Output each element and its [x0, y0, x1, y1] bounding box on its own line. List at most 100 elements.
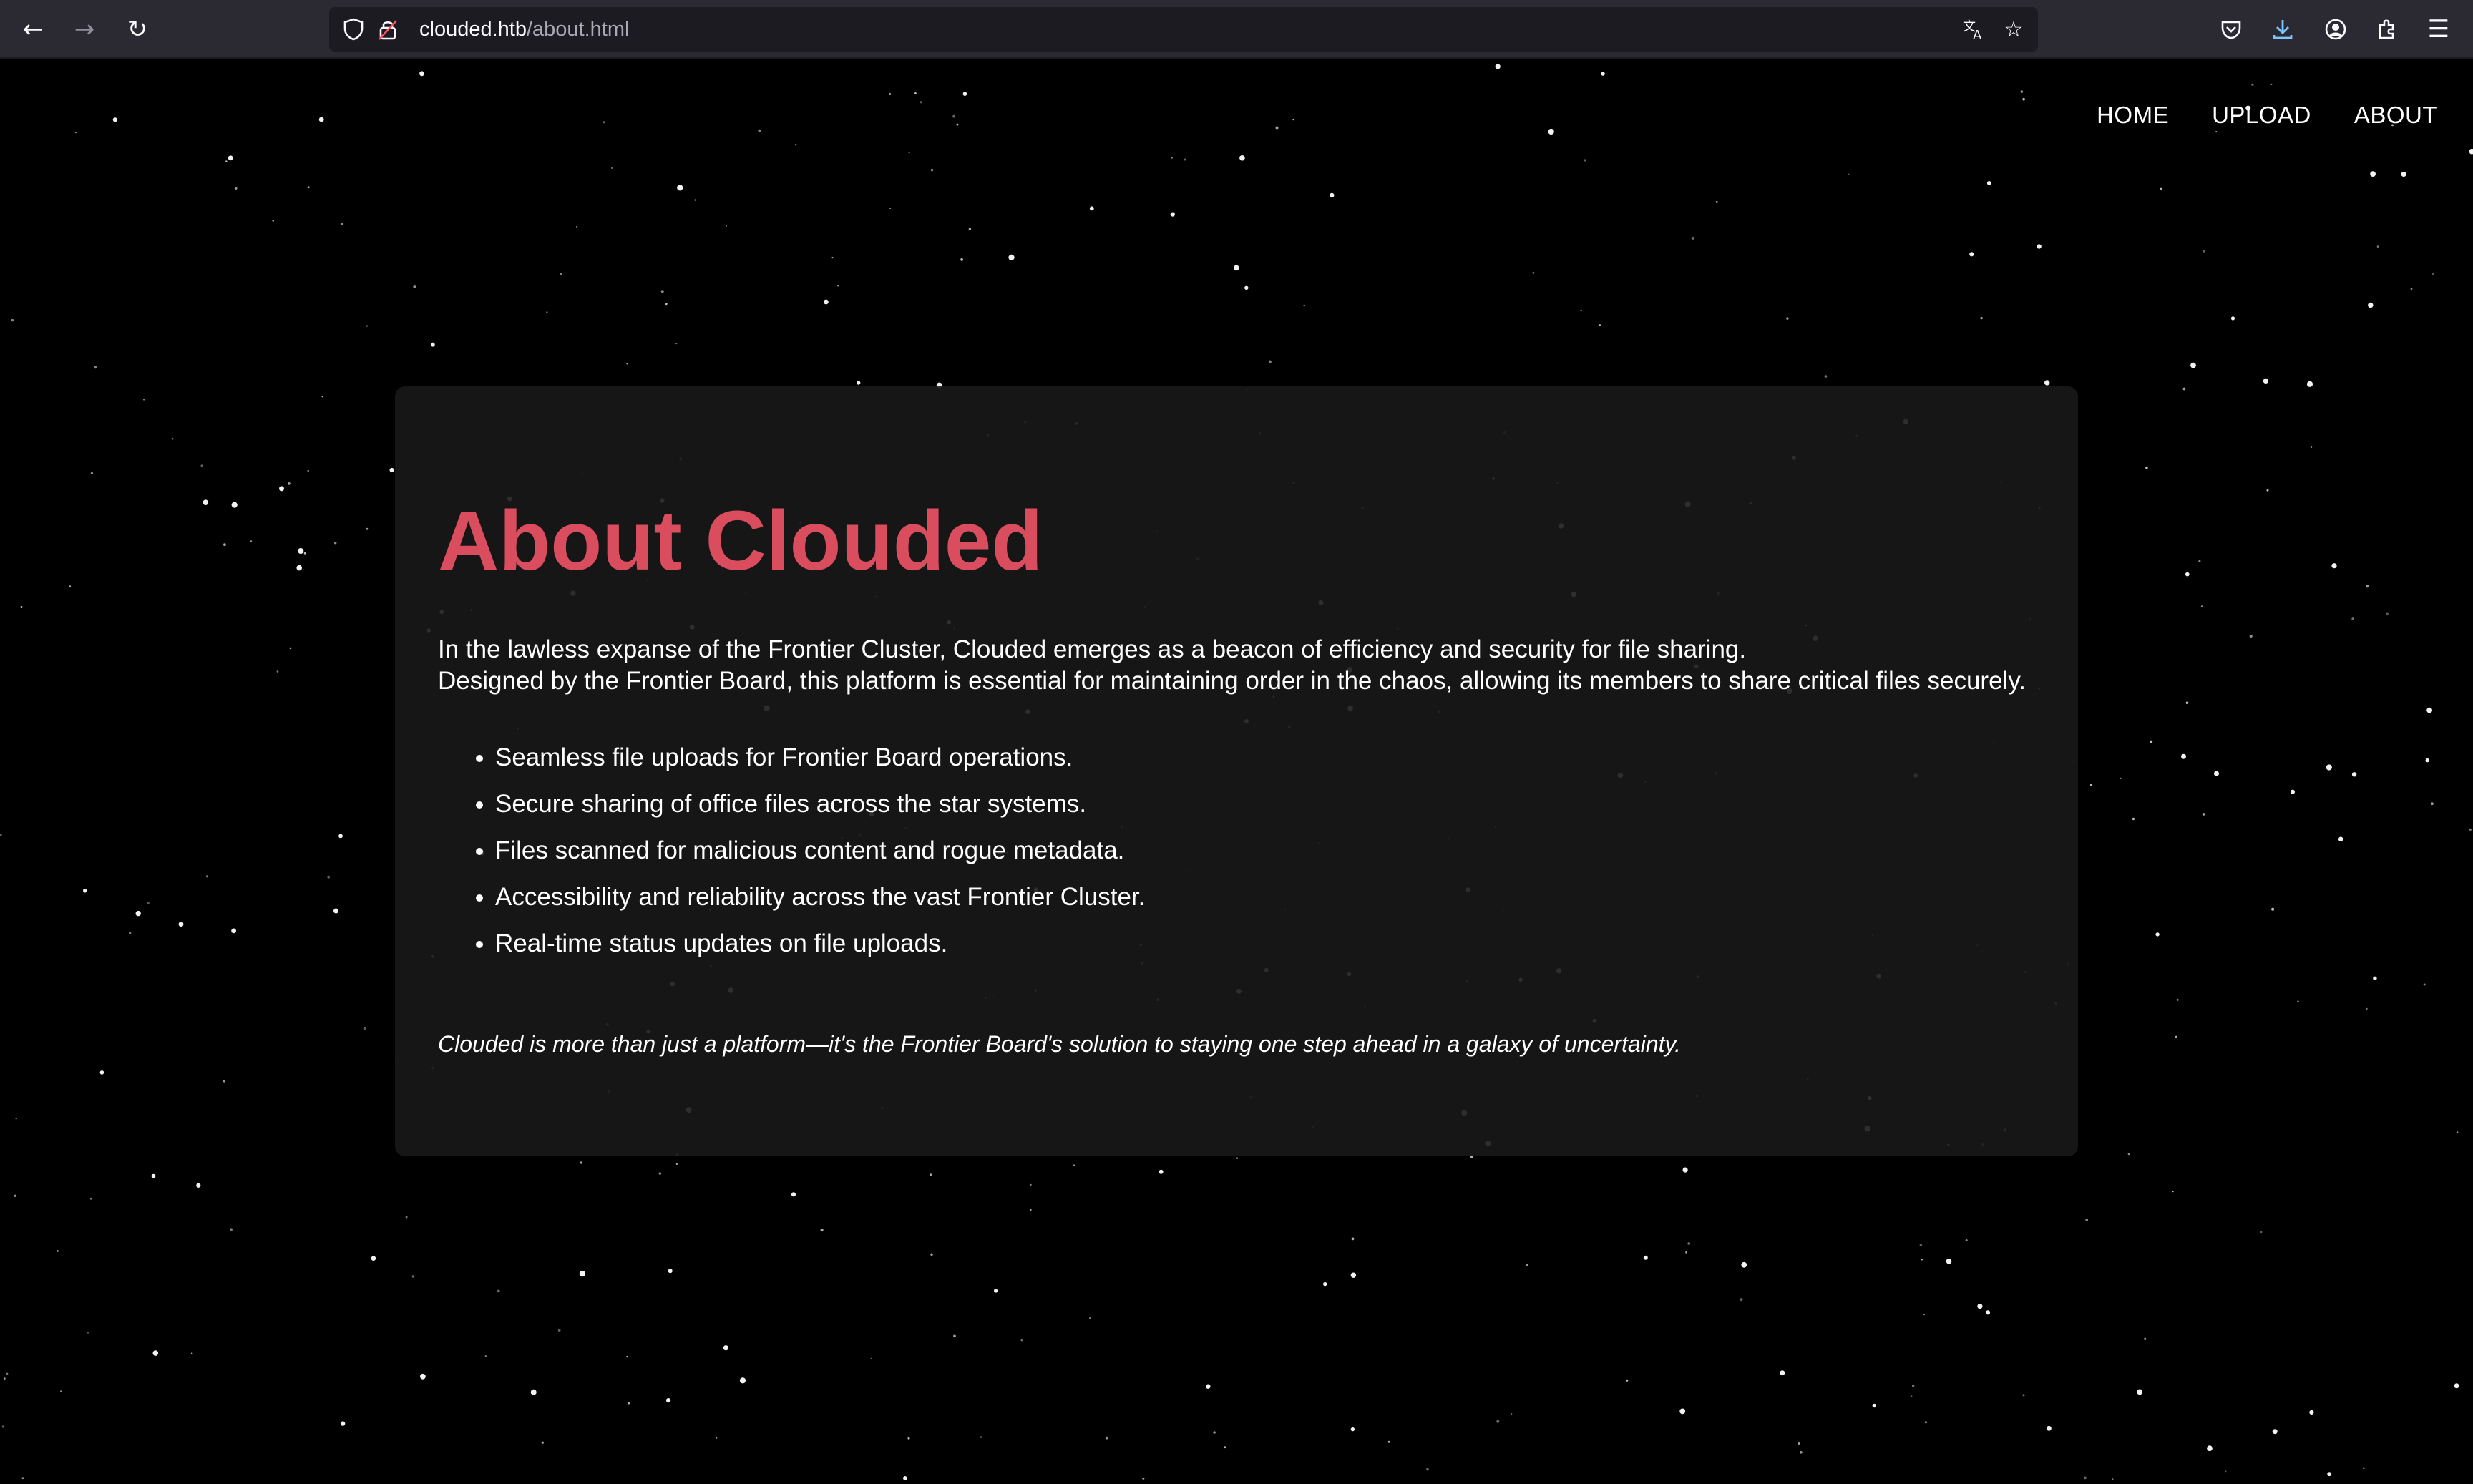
star: [1236, 1157, 1239, 1159]
star: [1239, 155, 1245, 161]
star: [758, 129, 761, 132]
url-text[interactable]: clouded.htb/about.html: [419, 16, 629, 42]
star: [791, 1192, 796, 1197]
star: [14, 1194, 16, 1198]
feature-item: Files scanned for malicious content and …: [495, 827, 2035, 874]
star: [668, 1269, 673, 1274]
star: [580, 1161, 582, 1164]
star: [1350, 1272, 1357, 1278]
star: [1330, 192, 1335, 198]
star: [15, 1117, 18, 1120]
extensions-icon[interactable]: [2370, 12, 2404, 47]
star: [1580, 309, 1582, 311]
star: [1511, 1412, 1513, 1415]
star: [4, 1377, 6, 1380]
star: [2297, 1000, 2299, 1003]
star: [2044, 380, 2050, 386]
star: [1691, 236, 1694, 240]
star: [1030, 1209, 1032, 1211]
star: [223, 543, 226, 546]
nav-about-link[interactable]: ABOUT: [2354, 102, 2437, 129]
nav-home-link[interactable]: HOME: [2097, 102, 2169, 129]
pocket-icon[interactable]: [2214, 12, 2248, 47]
star: [203, 499, 209, 505]
star: [530, 1389, 537, 1395]
star: [541, 1441, 544, 1444]
star: [289, 647, 292, 650]
star: [2150, 740, 2152, 743]
star: [2230, 316, 2235, 321]
account-icon[interactable]: [2318, 12, 2353, 47]
star: [11, 318, 14, 322]
star: [907, 1437, 910, 1440]
star: [333, 908, 338, 914]
star: [1234, 265, 1239, 271]
star: [557, 1329, 561, 1332]
star: [1923, 1314, 1925, 1316]
star: [151, 1173, 156, 1178]
star: [419, 71, 424, 77]
star: [1643, 1255, 1648, 1260]
star: [725, 225, 727, 227]
insecure-lock-icon[interactable]: [371, 12, 405, 47]
tracking-shield-icon[interactable]: [336, 12, 371, 47]
star: [626, 1355, 628, 1358]
star: [1685, 1251, 1687, 1254]
forward-arrow-icon[interactable]: →: [67, 12, 102, 47]
star: [952, 114, 955, 118]
star: [2137, 1389, 2143, 1395]
star: [914, 92, 917, 94]
star: [334, 542, 337, 545]
star: [2132, 817, 2135, 821]
bookmark-star-icon[interactable]: ☆: [1996, 12, 2031, 47]
star: [1, 1425, 4, 1428]
star: [837, 285, 839, 287]
feature-item: Seamless file uploads for Frontier Board…: [495, 734, 2035, 781]
star: [1872, 1403, 1876, 1408]
star: [2182, 387, 2186, 391]
star: [2373, 976, 2377, 981]
star: [2366, 1007, 2368, 1010]
star: [1089, 206, 1094, 211]
url-host: clouded.htb: [419, 18, 527, 41]
features-list: Seamless file uploads for Frontier Board…: [438, 734, 2035, 967]
star: [2425, 758, 2429, 763]
star: [2331, 563, 2337, 569]
star: [90, 472, 93, 474]
star: [1303, 304, 1305, 307]
star: [89, 1197, 92, 1200]
star: [930, 1253, 933, 1256]
star: [716, 1437, 718, 1439]
back-arrow-icon[interactable]: ←: [16, 12, 50, 47]
star: [1965, 1239, 1968, 1241]
star: [1426, 1468, 1429, 1471]
star: [820, 1229, 824, 1232]
star: [1171, 157, 1173, 159]
star: [994, 1289, 998, 1293]
star: [576, 225, 578, 228]
star: [2047, 1425, 2052, 1431]
star: [1985, 1310, 1991, 1315]
star: [340, 1421, 346, 1426]
downloads-icon[interactable]: [2265, 12, 2300, 47]
nav-upload-link[interactable]: UPLOAD: [2212, 102, 2311, 129]
star: [2327, 1472, 2332, 1477]
hamburger-menu-icon[interactable]: ☰: [2421, 12, 2456, 47]
reload-icon[interactable]: ↻: [120, 12, 155, 47]
star: [723, 1345, 729, 1351]
star: [1682, 1167, 1688, 1173]
translate-icon[interactable]: 文A: [1956, 12, 1991, 47]
star: [1269, 360, 1272, 363]
star: [2272, 1429, 2278, 1435]
star: [1496, 1420, 1500, 1423]
star: [908, 151, 910, 154]
star: [2368, 302, 2374, 308]
star: [6, 1372, 9, 1375]
star: [1741, 1261, 1747, 1268]
address-bar[interactable]: clouded.htb/about.html 文A ☆: [329, 7, 2038, 52]
star: [1532, 272, 1535, 274]
star: [2291, 789, 2295, 794]
star: [2376, 245, 2379, 248]
star: [1584, 159, 1586, 162]
star: [2260, 1231, 2263, 1234]
